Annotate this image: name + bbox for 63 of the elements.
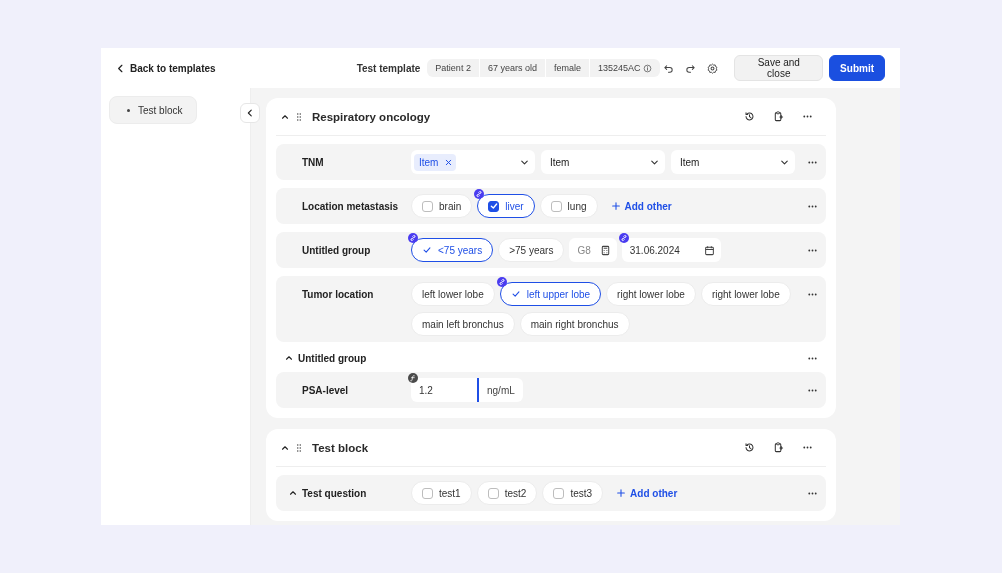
checkbox-option[interactable]: test3	[542, 481, 604, 505]
add-other-link[interactable]: Add other	[608, 481, 686, 505]
check-icon	[422, 245, 432, 255]
group-title: Untitled group	[298, 352, 368, 364]
option-chip[interactable]: >75 years	[498, 238, 565, 262]
checkbox-option[interactable]: test1	[411, 481, 472, 505]
drag-handle-icon[interactable]	[294, 111, 304, 122]
question-label: Untitled group	[302, 244, 371, 256]
option-chip[interactable]: main left bronchus	[411, 312, 515, 336]
question-label: Test question	[302, 487, 367, 499]
sidebar-item[interactable]: Test block	[109, 96, 197, 124]
plus-icon	[616, 488, 627, 498]
option-chip[interactable]: left lower lobe	[411, 282, 495, 306]
option-chip[interactable]: right lower lobe	[700, 282, 791, 306]
patient-info: 67 years old	[487, 63, 537, 73]
plus-icon	[610, 201, 621, 211]
template-title: Test template	[356, 62, 421, 74]
checkbox-option[interactable]: lung	[539, 194, 598, 218]
select-field[interactable]: Item	[411, 150, 535, 174]
question-label: Tumor location	[302, 288, 374, 300]
block-title: Test block	[312, 441, 370, 454]
submit-button[interactable]: Submit	[829, 55, 885, 81]
checkbox[interactable]	[422, 487, 433, 499]
drag-handle-icon[interactable]	[294, 442, 304, 453]
calendar-icon	[703, 244, 715, 256]
option-chip[interactable]: <75 years	[411, 238, 494, 262]
option-chip[interactable]: left upper lobe	[499, 282, 602, 306]
question-label: TNM	[302, 156, 324, 168]
checkbox[interactable]	[550, 200, 562, 212]
unit-label: ng/mL	[486, 383, 516, 398]
checkbox[interactable]	[487, 487, 499, 499]
selected-tag: Item	[414, 153, 457, 171]
info-icon[interactable]	[643, 63, 653, 73]
question-label: PSA-level	[302, 384, 349, 396]
block-title: Respiratory oncology	[312, 110, 432, 123]
checkbox-option[interactable]: brain	[411, 194, 473, 218]
checkbox-option[interactable]: test2	[476, 481, 538, 505]
chevron-up-icon[interactable]	[288, 488, 298, 498]
select-field[interactable]: Item	[671, 150, 795, 174]
close-icon[interactable]	[444, 157, 454, 167]
chevron-up-icon[interactable]	[284, 353, 294, 363]
add-other-link[interactable]: Add other	[602, 194, 680, 218]
patient-info: 135245AC	[597, 63, 641, 73]
option-chip[interactable]: right lower lobe	[606, 282, 696, 306]
calculator-icon	[599, 244, 611, 256]
patient-info: Patient 2	[435, 63, 471, 73]
date-field[interactable]: 31.06.2024	[621, 238, 721, 262]
save-button[interactable]: Save and close	[734, 55, 824, 81]
checkbox[interactable]	[488, 200, 500, 212]
input-field[interactable]: G8	[569, 238, 617, 262]
chevron-left-icon	[245, 108, 255, 118]
back-link[interactable]: Back to templates	[115, 62, 357, 74]
select-field[interactable]: Item	[541, 150, 665, 174]
checkbox[interactable]	[553, 487, 565, 499]
question-label: Location metastasis	[302, 200, 399, 212]
checkbox-option[interactable]: liver	[477, 194, 535, 218]
check-icon	[510, 289, 521, 299]
patient-info: female	[553, 63, 581, 73]
select-value: Item	[550, 156, 570, 168]
option-chip[interactable]: main right bronchus	[519, 312, 630, 336]
select-value: Item	[680, 156, 700, 168]
collapse-sidebar-button[interactable]	[240, 103, 260, 123]
checkbox[interactable]	[422, 200, 433, 212]
